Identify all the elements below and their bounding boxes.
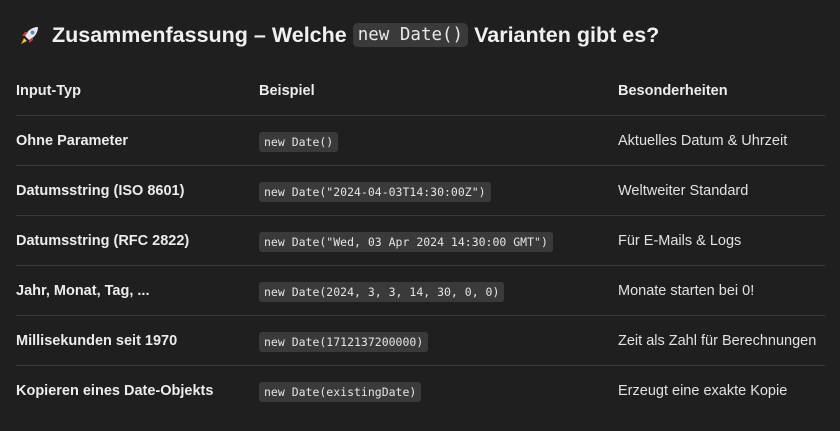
row-input-type: Jahr, Monat, Tag, ...	[16, 282, 150, 299]
row-input-type: Datumsstring (ISO 8601)	[16, 182, 185, 199]
row-input-type: Ohne Parameter	[16, 132, 129, 149]
table-row: Datumsstring (RFC 2822) new Date("Wed, 0…	[16, 216, 825, 266]
row-input-type: Millisekunden seit 1970	[16, 332, 178, 349]
title-code: new Date()	[352, 23, 469, 47]
row-example-code: new Date(existingDate)	[259, 382, 422, 402]
table-row: Ohne Parameter new Date() Aktuelles Datu…	[16, 116, 825, 166]
row-input-type: Datumsstring (RFC 2822)	[16, 232, 190, 249]
column-header-input-type: Input-Typ	[16, 82, 81, 99]
table-header-row: Input-Typ Beispiel Besonderheiten	[16, 66, 825, 116]
row-note: Für E-Mails & Logs	[618, 232, 742, 249]
row-note: Aktuelles Datum & Uhrzeit	[618, 132, 788, 149]
row-example-code: new Date(2024, 3, 3, 14, 30, 0, 0)	[259, 282, 505, 302]
rocket-icon	[21, 27, 38, 44]
table-row: Kopieren eines Date-Objekts new Date(exi…	[16, 366, 825, 415]
title-text-after: Varianten gibt es?	[474, 22, 660, 47]
title-text-before: Zusammenfassung – Welche	[52, 22, 347, 47]
variants-table: Input-Typ Beispiel Besonderheiten Ohne P…	[16, 66, 825, 415]
table-row: Jahr, Monat, Tag, ... new Date(2024, 3, …	[16, 266, 825, 316]
row-note: Zeit als Zahl für Berechnungen	[618, 332, 817, 349]
row-example-code: new Date(1712137200000)	[259, 332, 429, 352]
row-note: Weltweiter Standard	[618, 182, 749, 199]
column-header-example: Beispiel	[259, 82, 315, 99]
row-input-type: Kopieren eines Date-Objekts	[16, 382, 214, 399]
row-example-code: new Date("Wed, 03 Apr 2024 14:30:00 GMT"…	[259, 232, 553, 252]
page-title: Zusammenfassung – Welche new Date() Vari…	[18, 18, 659, 52]
row-note: Erzeugt eine exakte Kopie	[618, 382, 788, 399]
row-example-code: new Date()	[259, 132, 339, 152]
row-example: new Date(1712137200000)	[259, 316, 429, 365]
row-example: new Date("2024-04-03T14:30:00Z")	[259, 166, 491, 215]
row-example: new Date(existingDate)	[259, 366, 422, 415]
row-example: new Date(2024, 3, 3, 14, 30, 0, 0)	[259, 266, 505, 315]
table-row: Millisekunden seit 1970 new Date(1712137…	[16, 316, 825, 366]
table-row: Datumsstring (ISO 8601) new Date("2024-0…	[16, 166, 825, 216]
row-note: Monate starten bei 0!	[618, 282, 755, 299]
column-header-notes: Besonderheiten	[618, 82, 728, 99]
row-example: new Date()	[259, 116, 339, 165]
row-example-code: new Date("2024-04-03T14:30:00Z")	[259, 182, 491, 202]
row-example: new Date("Wed, 03 Apr 2024 14:30:00 GMT"…	[259, 216, 553, 265]
